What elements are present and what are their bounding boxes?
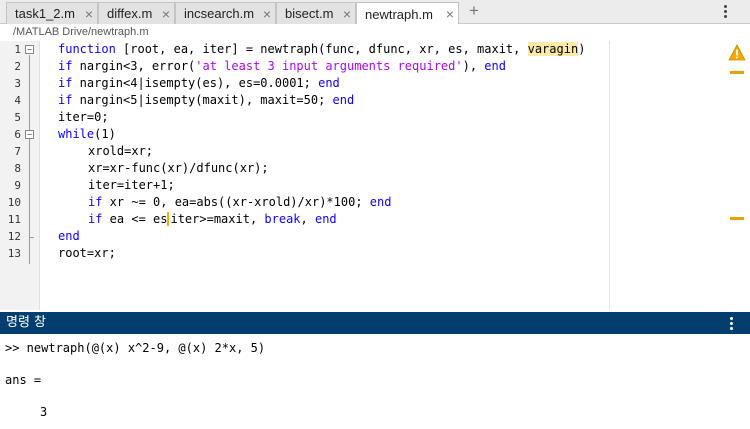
tab-incsearch[interactable]: incsearch.m × bbox=[175, 2, 276, 24]
code-line-10: if xr ~= 0, ea=abs((xr-xrold)/xr)*100; e… bbox=[88, 195, 392, 209]
line-number: 8 bbox=[14, 162, 21, 175]
tab-bisect[interactable]: bisect.m × bbox=[276, 2, 356, 24]
add-tab-button[interactable]: + bbox=[466, 1, 482, 21]
line-number: 1 bbox=[14, 43, 21, 56]
code-line-11: if ea <= es iter>=maxit, break, end bbox=[88, 212, 337, 226]
close-tab-icon[interactable]: × bbox=[158, 6, 174, 22]
more-options-icon[interactable] bbox=[718, 1, 732, 21]
code-line-9: iter=iter+1; bbox=[88, 178, 175, 192]
line-number: 11 bbox=[7, 213, 21, 226]
line-number: 6 bbox=[14, 128, 21, 141]
output-value: 3 bbox=[40, 405, 48, 419]
warning-marker[interactable] bbox=[730, 217, 744, 220]
line-number: 10 bbox=[7, 196, 21, 209]
fold-guide bbox=[29, 55, 30, 264]
code-line-5: iter=0; bbox=[58, 110, 109, 124]
line-number: 3 bbox=[14, 77, 21, 90]
close-tab-icon[interactable]: × bbox=[81, 6, 97, 22]
code-line-4: if nargin<5|isempty(maxit), maxit=50; en… bbox=[58, 93, 355, 107]
line-number: 13 bbox=[7, 247, 21, 260]
code-editor[interactable]: 1 2 3 4 5 6 7 8 9 10 11 12 13 − − functi… bbox=[0, 41, 750, 310]
more-options-icon[interactable] bbox=[727, 316, 735, 330]
code-line-6: while(1) bbox=[58, 127, 116, 141]
close-tab-icon[interactable]: × bbox=[339, 6, 355, 22]
command-window[interactable]: >> newtraph(@(x) x^2-9, @(x) 2*x, 5) ans… bbox=[0, 334, 750, 429]
tab-label: bisect.m bbox=[285, 6, 334, 21]
line-number: 9 bbox=[14, 179, 21, 192]
tab-diffex[interactable]: diffex.m × bbox=[98, 2, 175, 24]
code-line-8: xr=xr-func(xr)/dfunc(xr); bbox=[88, 161, 269, 175]
close-tab-icon[interactable]: × bbox=[259, 6, 275, 22]
command-window-title: 명령 창 bbox=[0, 312, 750, 334]
code-line-12: end bbox=[58, 229, 80, 243]
line-number-gutter: 1 2 3 4 5 6 7 8 9 10 11 12 13 − − bbox=[0, 41, 40, 310]
editor-tab-bar: task1_2.m × diffex.m × incsearch.m × bis… bbox=[0, 0, 750, 25]
command-input-line: >> newtraph(@(x) x^2-9, @(x) 2*x, 5) bbox=[5, 341, 266, 355]
tab-task1-2[interactable]: task1_2.m × bbox=[6, 2, 98, 24]
fold-end-marker bbox=[29, 237, 34, 238]
fold-toggle-icon[interactable]: − bbox=[25, 130, 34, 139]
tab-label: newtraph.m bbox=[365, 6, 433, 22]
code-line-7: xrold=xr; bbox=[88, 144, 154, 158]
output-label: ans = bbox=[5, 373, 42, 387]
line-number: 12 bbox=[7, 230, 21, 243]
line-number: 5 bbox=[14, 111, 21, 124]
warning-highlight: varagin bbox=[527, 42, 579, 56]
file-path: /MATLAB Drive/newtraph.m bbox=[0, 24, 750, 41]
line-number: 4 bbox=[14, 94, 21, 107]
fold-toggle-icon[interactable]: − bbox=[25, 45, 34, 54]
line-number: 2 bbox=[14, 60, 21, 73]
line-number: 7 bbox=[14, 145, 21, 158]
right-margin-line bbox=[609, 41, 610, 310]
warning-triangle-icon[interactable] bbox=[728, 44, 746, 61]
tab-label: incsearch.m bbox=[184, 6, 255, 21]
tab-newtraph[interactable]: newtraph.m × bbox=[356, 2, 459, 25]
code-line-1: function [root, ea, iter] = newtraph(fun… bbox=[58, 42, 586, 56]
warning-marker[interactable] bbox=[730, 71, 744, 74]
code-line-2: if nargin<3, error('at least 3 input arg… bbox=[58, 59, 506, 73]
tab-label: diffex.m bbox=[107, 6, 153, 21]
code-line-3: if nargin<4|isempty(es), es=0.0001; end bbox=[58, 76, 340, 90]
code-line-13: root=xr; bbox=[58, 246, 116, 260]
tab-label: task1_2.m bbox=[15, 6, 75, 21]
close-tab-icon[interactable]: × bbox=[442, 6, 458, 22]
